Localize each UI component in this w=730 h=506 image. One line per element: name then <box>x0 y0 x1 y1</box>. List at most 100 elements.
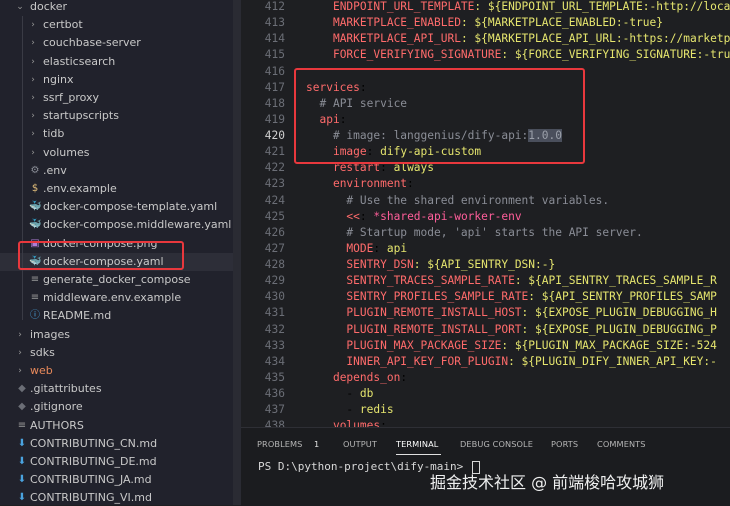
docker-icon: 🐳 <box>29 201 42 213</box>
sidebar-item-contributing-de-md[interactable]: ⬇ CONTRIBUTING_DE.md <box>0 453 241 471</box>
chevron-right-icon[interactable]: › <box>28 71 38 89</box>
sidebar-item-contributing-ja-md[interactable]: ⬇ CONTRIBUTING_JA.md <box>0 471 241 489</box>
tab-comments[interactable]: COMMENTS <box>597 439 646 449</box>
code-line: 429 SENTRY_TRACES_SAMPLE_RATE: ${API_SEN… <box>241 273 730 289</box>
sidebar-item-label: middleware.env.example <box>43 291 182 305</box>
highlight-services-box <box>294 68 585 164</box>
sidebar-item-sdks[interactable]: › sdks <box>0 344 241 362</box>
sidebar-item-label: images <box>30 327 70 341</box>
line-number: 420 <box>264 129 285 143</box>
sidebar-item-couchbase-server[interactable]: › couchbase-server <box>0 34 241 52</box>
tab-terminal[interactable]: TERMINAL <box>396 439 438 449</box>
env-file-icon: $ <box>31 183 39 194</box>
chevron-down-icon[interactable]: ⌄ <box>15 0 25 16</box>
sidebar-item-tidb[interactable]: › tidb <box>0 125 241 143</box>
chevron-right-icon[interactable]: › <box>28 125 38 143</box>
file-icon: ≡ <box>30 274 40 285</box>
sidebar-item-label: .env.example <box>43 182 117 195</box>
indent-guide <box>22 16 23 320</box>
sidebar-item-label: CONTRIBUTING_CN.md <box>30 436 158 450</box>
code-text: SENTRY_PROFILES_SAMPLE_RATE: ${API_SENTR… <box>346 290 717 304</box>
problems-count-badge: 1 <box>314 439 320 449</box>
line-number: 435 <box>264 370 285 384</box>
code-line: 438 volumes: <box>241 418 730 427</box>
tab-debug-console[interactable]: DEBUG CONSOLE <box>460 439 533 449</box>
chevron-right-icon[interactable]: › <box>15 344 25 362</box>
sidebar-item-label: nginx <box>43 72 74 86</box>
code-text: volumes: <box>332 419 387 427</box>
download-icon: ⬇ <box>17 437 27 449</box>
sidebar-item-volumes[interactable]: › volumes <box>0 144 241 162</box>
line-number: 427 <box>264 241 285 255</box>
code-text: - redis <box>306 403 394 417</box>
line-number: 426 <box>264 225 285 239</box>
code-text: INNER_API_KEY_FOR_PLUGIN: ${PLUGIN_DIFY_… <box>346 354 717 368</box>
sidebar-item-gitignore[interactable]: ◆ .gitignore <box>0 398 241 416</box>
sidebar-item-readme-md[interactable]: ⓘ README.md <box>0 307 241 325</box>
sidebar-item-contributing-cn-md[interactable]: ⬇ CONTRIBUTING_CN.md <box>0 435 241 453</box>
download-icon: ⬇ <box>17 492 27 504</box>
sidebar-item-label: README.md <box>43 309 112 323</box>
chevron-right-icon[interactable]: › <box>28 144 38 162</box>
sidebar-item-label: couchbase-server <box>43 36 141 50</box>
chevron-right-icon[interactable]: › <box>28 34 38 52</box>
line-number: 412 <box>264 0 285 13</box>
code-editor[interactable]: 412 ENDPOINT_URL_TEMPLATE: ${ENDPOINT_UR… <box>241 0 730 427</box>
sidebar-item-nginx[interactable]: › nginx <box>0 71 241 89</box>
code-text: MODE: api <box>346 241 408 255</box>
sidebar-item-web[interactable]: › web <box>0 362 241 380</box>
tab-output[interactable]: OUTPUT <box>343 439 377 449</box>
chevron-right-icon[interactable]: › <box>28 16 38 34</box>
sidebar-item-images[interactable]: › images <box>0 326 241 344</box>
sidebar-item-contributing-vi-md[interactable]: ⬇ CONTRIBUTING_VI.md <box>0 489 241 505</box>
code-text: FORCE_VERIFYING_SIGNATURE: ${FORCE_VERIF… <box>332 48 730 62</box>
git-icon: ◆ <box>18 401 26 413</box>
code-line: 413 MARKETPLACE_ENABLED: ${MARKETPLACE_E… <box>241 15 730 31</box>
docker-icon: 🐳 <box>29 219 42 231</box>
sidebar-item-docker-compose-template-yaml[interactable]: 🐳 docker-compose-template.yaml <box>0 198 241 216</box>
sidebar-item-env[interactable]: ⚙ .env <box>0 162 241 180</box>
line-number: 419 <box>264 112 285 126</box>
sidebar-item-ssrf-proxy[interactable]: › ssrf_proxy <box>0 89 241 107</box>
sidebar-item-label: CONTRIBUTING_DE.md <box>30 455 157 468</box>
line-number: 424 <box>264 193 285 207</box>
code-line: 426 # Startup mode, 'api' starts the API… <box>241 225 730 241</box>
line-number: 422 <box>264 161 285 175</box>
sidebar-item-certbot[interactable]: › certbot <box>0 16 241 34</box>
line-number: 425 <box>264 209 285 223</box>
tab-ports[interactable]: PORTS <box>551 439 578 449</box>
file-icon: ≡ <box>30 292 40 304</box>
chevron-right-icon[interactable]: › <box>28 89 38 107</box>
chevron-right-icon[interactable]: › <box>28 107 38 125</box>
chevron-right-icon[interactable]: › <box>15 326 25 344</box>
line-number: 414 <box>264 32 285 46</box>
sidebar-item-label: generate_docker_compose <box>43 273 191 286</box>
code-line: 425 <<: *shared-api-worker-env <box>241 209 730 225</box>
explorer-scrollbar[interactable] <box>233 0 241 505</box>
code-line: 428 SENTRY_DSN: ${API_SENTRY_DSN:-} <box>241 257 730 273</box>
highlight-file-box <box>18 241 184 270</box>
sidebar-item-gitattributes[interactable]: ◆ .gitattributes <box>0 380 241 398</box>
line-number: 434 <box>264 354 285 368</box>
sidebar-item-label: .gitignore <box>30 400 83 414</box>
file-icon: ≡ <box>17 419 27 431</box>
chevron-right-icon[interactable]: › <box>28 53 38 71</box>
chevron-right-icon[interactable]: › <box>15 362 25 380</box>
sidebar-item-authors[interactable]: ≡ AUTHORS <box>0 417 241 435</box>
code-text: PLUGIN_REMOTE_INSTALL_PORT: ${EXPOSE_PLU… <box>346 322 717 336</box>
sidebar-item-env-example[interactable]: $ .env.example <box>0 180 241 198</box>
code-text: - db <box>306 387 374 401</box>
sidebar-item-docker-compose-middleware-yaml[interactable]: 🐳 docker-compose.middleware.yaml <box>0 216 241 234</box>
sidebar-item-label: docker <box>30 0 68 13</box>
line-number: 429 <box>264 274 285 288</box>
sidebar-item-elasticsearch[interactable]: › elasticsearch <box>0 53 241 71</box>
line-number: 430 <box>264 290 285 304</box>
sidebar-item-startupscripts[interactable]: › startupscripts <box>0 107 241 125</box>
line-number: 415 <box>264 48 285 62</box>
sidebar-item-docker[interactable]: ⌄ docker <box>0 0 241 16</box>
sidebar-item-middleware-env-example[interactable]: ≡ middleware.env.example <box>0 289 241 307</box>
sidebar-item-label: CONTRIBUTING_VI.md <box>30 491 152 505</box>
line-number: 413 <box>264 16 285 30</box>
tab-problems[interactable]: PROBLEMS <box>257 439 302 449</box>
sidebar-item-generate-docker-compose[interactable]: ≡ generate_docker_compose <box>0 271 241 289</box>
